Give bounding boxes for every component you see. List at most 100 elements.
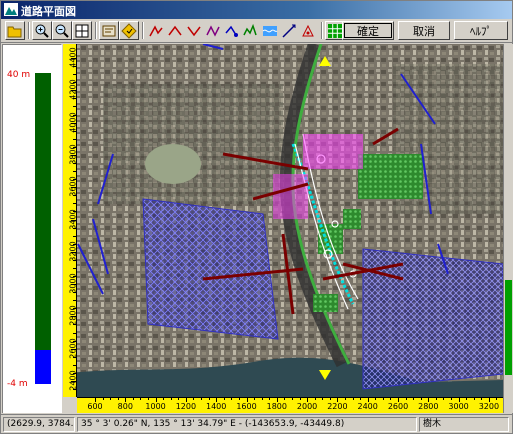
horizontal-ruler-tick <box>246 398 248 402</box>
zoom-in-icon[interactable] <box>32 21 52 40</box>
vertical-ruler-tick <box>71 348 76 350</box>
vertical-ruler-tick <box>73 130 76 132</box>
toolbar: 確定 取消 ﾍﾙﾌﾟ <box>1 19 512 43</box>
zoom-fit-icon[interactable] <box>72 21 92 40</box>
horizontal-ruler-tick <box>360 398 362 400</box>
line-tool-8-icon[interactable] <box>279 21 299 40</box>
confirm-button[interactable]: 確定 <box>342 21 394 40</box>
height-min-label: -4 m <box>7 379 28 389</box>
horizontal-ruler-tick <box>208 398 210 400</box>
height-max-label: 40 m <box>7 70 31 80</box>
horizontal-ruler-tick-label: 2600 <box>387 402 409 411</box>
horizontal-ruler-tick-label: 3000 <box>448 402 469 411</box>
horizontal-ruler-tick-label: 2000 <box>296 402 318 411</box>
vertical-ruler-tick <box>73 267 76 269</box>
vertical-ruler-tick <box>73 195 76 197</box>
horizontal-ruler-tick <box>110 398 112 400</box>
line-tool-3-icon[interactable] <box>184 21 204 40</box>
horizontal-ruler-tick <box>148 398 150 400</box>
line-tool-5-icon[interactable] <box>222 21 242 40</box>
vertical-ruler-tick <box>73 98 76 100</box>
status-local-coords: (2629.9, 3784.0) <box>3 417 75 432</box>
horizontal-ruler-tick <box>284 398 286 400</box>
tool-a-icon[interactable] <box>99 21 119 40</box>
horizontal-ruler-tick <box>201 398 203 400</box>
horizontal-ruler-tick-label: 1600 <box>236 402 257 411</box>
horizontal-ruler-tick <box>496 398 498 400</box>
vertical-ruler-tick <box>73 235 76 237</box>
horizontal-ruler-tick <box>481 398 483 400</box>
horizontal-ruler-tick <box>344 398 346 400</box>
zoom-out-icon[interactable] <box>52 21 72 40</box>
vertical-ruler-tick <box>71 316 76 318</box>
horizontal-ruler-tick <box>473 398 475 400</box>
cancel-button[interactable]: 取消 <box>398 21 450 40</box>
horizontal-ruler-tick <box>238 398 240 400</box>
vertical-ruler-tick <box>71 154 76 156</box>
main-window: 道路平面図 確定 取消 ﾍﾙﾌﾟ 40 m -4 m 600 800 1000 … <box>0 0 513 434</box>
vertical-ruler-tick <box>73 203 76 205</box>
vertical-ruler-tick <box>73 389 76 391</box>
horizontal-ruler-tick <box>307 398 309 402</box>
horizontal-ruler-tick <box>216 398 218 402</box>
line-tool-2-icon[interactable] <box>165 21 185 40</box>
vertical-ruler-tick <box>73 324 76 326</box>
horizontal-ruler-tick <box>231 398 233 400</box>
horizontal-ruler-tick <box>352 398 354 400</box>
horizontal-ruler-tick <box>155 398 157 402</box>
horizontal-ruler-tick <box>443 398 445 400</box>
aerial-map-canvas[interactable] <box>63 44 503 397</box>
horizontal-ruler-tick <box>314 398 316 400</box>
vertical-ruler-tick <box>73 259 76 261</box>
horizontal-ruler-tick <box>382 398 384 400</box>
vertical-ruler-tick <box>73 138 76 140</box>
horizontal-ruler: 600 800 1000 1200 1400 1600 1800 2000 2200 2400 26… <box>77 397 503 413</box>
horizontal-ruler-tick <box>466 398 468 400</box>
line-tool-9-icon[interactable] <box>298 21 318 40</box>
horizontal-ruler-tick <box>223 398 225 400</box>
vertical-ruler-tick <box>73 227 76 229</box>
vertical-ruler-tick <box>71 187 76 189</box>
horizontal-ruler-tick <box>193 398 195 400</box>
help-button[interactable]: ﾍﾙﾌﾟ <box>454 21 508 40</box>
horizontal-ruler-tick <box>337 398 339 402</box>
horizontal-ruler-tick-label: 2200 <box>327 402 348 411</box>
horizontal-ruler-tick <box>178 398 180 400</box>
scrollbar-thumb[interactable] <box>505 280 512 375</box>
open-icon[interactable] <box>5 21 25 40</box>
vertical-ruler-tick <box>73 292 76 294</box>
horizontal-ruler-tick <box>428 398 430 402</box>
horizontal-ruler-tick-label: 600 <box>87 402 103 411</box>
horizontal-ruler-tick <box>291 398 293 400</box>
horizontal-ruler-tick-label: 1200 <box>175 402 197 411</box>
horizontal-ruler-tick-label: 1000 <box>145 402 166 411</box>
status-latlon: 35 ° 3' 0.26" N, 135 ° 13' 34.79" E - (-… <box>77 417 417 432</box>
horizontal-ruler-tick <box>261 398 263 400</box>
height-level-indicator[interactable] <box>35 350 51 384</box>
line-tool-4-icon[interactable] <box>203 21 223 40</box>
horizontal-ruler-tick <box>451 398 453 400</box>
vertical-ruler-tick <box>73 171 76 173</box>
horizontal-ruler-tick <box>102 398 104 400</box>
horizontal-ruler-tick <box>375 398 377 400</box>
vertical-scrollbar[interactable] <box>503 44 513 413</box>
title-bar[interactable]: 道路平面図 <box>1 1 512 19</box>
horizontal-ruler-tick <box>390 398 392 400</box>
vertical-ruler-tick <box>73 66 76 68</box>
horizontal-ruler-tick <box>117 398 119 400</box>
vertical-ruler-tick <box>73 356 76 358</box>
horizontal-ruler-tick <box>95 398 96 402</box>
horizontal-ruler-tick-label: 2400 <box>357 402 378 411</box>
horizontal-ruler-tick <box>420 398 422 400</box>
line-tool-1-icon[interactable] <box>146 21 166 40</box>
vertical-ruler-tick <box>71 284 76 286</box>
horizontal-ruler-tick <box>185 398 187 402</box>
line-tool-7-icon[interactable] <box>260 21 280 40</box>
tool-b-icon[interactable] <box>119 21 139 40</box>
vertical-ruler-tick <box>71 251 76 253</box>
window-title: 道路平面図 <box>21 5 76 18</box>
line-tool-6-icon[interactable] <box>241 21 261 40</box>
horizontal-ruler-tick-label: 3200 <box>478 402 500 411</box>
horizontal-ruler-tick <box>435 398 437 400</box>
horizontal-ruler-tick <box>163 398 165 400</box>
